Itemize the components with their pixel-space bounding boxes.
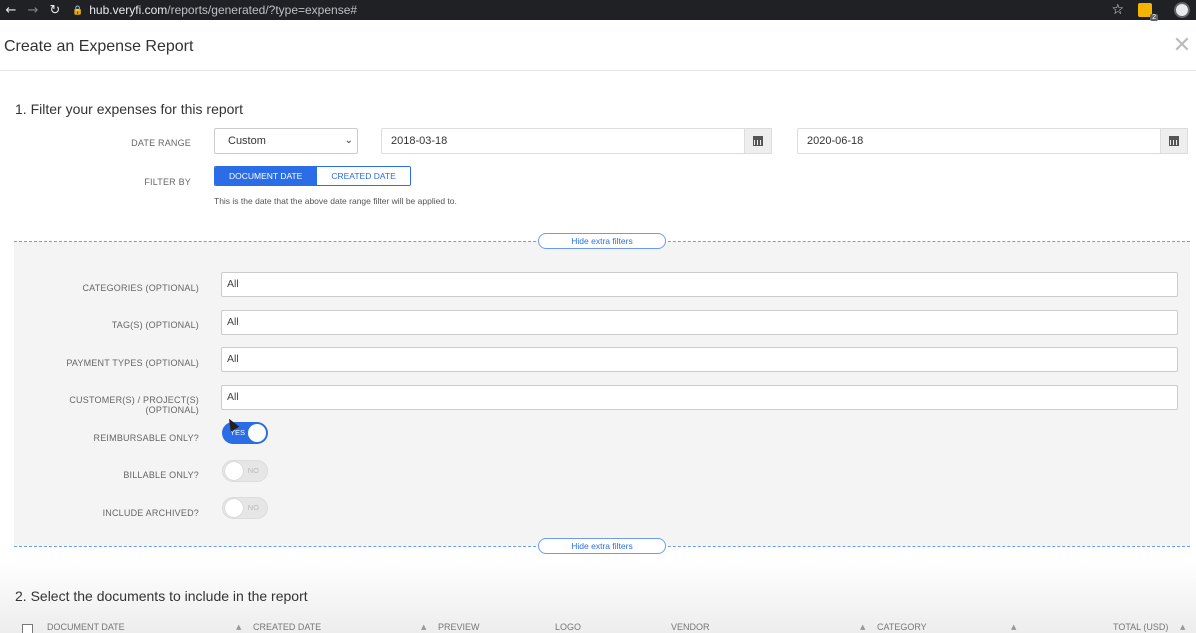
- filter-by-toggle: DOCUMENT DATE CREATED DATE: [214, 166, 411, 186]
- include-archived-label: INCLUDE ARCHIVED?: [102, 508, 199, 518]
- toggle-state-label: NO: [247, 503, 259, 512]
- profile-avatar-icon[interactable]: [1174, 2, 1190, 18]
- include-archived-toggle[interactable]: NO: [222, 497, 268, 519]
- section-2-title: 2. Select the documents to include in th…: [15, 588, 308, 604]
- end-date-input[interactable]: 2020-06-18: [797, 128, 1161, 154]
- start-date-input[interactable]: 2018-03-18: [381, 128, 745, 154]
- col-preview: PREVIEW: [438, 622, 480, 632]
- end-date-calendar-button[interactable]: [1160, 128, 1188, 154]
- toggle-knob: [248, 424, 266, 442]
- date-range-select[interactable]: Custom ⌄: [214, 128, 358, 154]
- bookmark-star-icon[interactable]: ☆: [1111, 2, 1124, 18]
- chevron-down-icon: ⌄: [344, 135, 353, 146]
- url-path: /reports/generated/?type=expense#: [167, 3, 358, 17]
- toggle-knob: [225, 499, 243, 517]
- categories-label: CATEGORIES (OPTIONAL): [82, 283, 199, 293]
- sort-icon[interactable]: ▲: [1180, 623, 1185, 631]
- billable-only-toggle[interactable]: NO: [222, 460, 268, 482]
- col-category[interactable]: CATEGORY: [877, 622, 927, 632]
- payment-types-label: PAYMENT TYPES (OPTIONAL): [66, 358, 199, 368]
- filter-by-document-date[interactable]: DOCUMENT DATE: [215, 167, 317, 185]
- col-vendor[interactable]: VENDOR: [671, 622, 710, 632]
- header-divider: [0, 70, 1196, 71]
- calendar-icon: [753, 136, 763, 146]
- browser-toolbar: ← → ↻ 🔒 hub.veryfi.com/reports/generated…: [0, 0, 1196, 21]
- forward-arrow-icon[interactable]: →: [22, 3, 44, 18]
- back-arrow-icon[interactable]: ←: [0, 3, 22, 18]
- tags-label: TAG(S) (OPTIONAL): [111, 320, 199, 330]
- billable-only-label: BILLABLE ONLY?: [123, 470, 199, 480]
- filter-by-hint: This is the date that the above date ran…: [214, 196, 457, 206]
- reload-icon[interactable]: ↻: [44, 3, 66, 18]
- toggle-knob: [225, 462, 243, 480]
- extension-badge: 2: [1150, 14, 1158, 21]
- customers-projects-label: CUSTOMER(S) / PROJECT(S) (OPTIONAL): [69, 395, 199, 415]
- date-range-label: DATE RANGE: [131, 138, 191, 148]
- col-created-date[interactable]: CREATED DATE: [253, 622, 321, 632]
- close-icon[interactable]: ✕: [1170, 34, 1194, 58]
- col-logo: LOGO: [555, 622, 582, 632]
- lock-icon: 🔒: [72, 4, 84, 15]
- col-document-date[interactable]: DOCUMENT DATE: [47, 622, 125, 632]
- sort-icon[interactable]: ▲: [860, 623, 865, 631]
- filter-by-label: FILTER BY: [144, 177, 191, 187]
- reimbursable-only-label: REIMBURSABLE ONLY?: [93, 433, 199, 443]
- hide-extra-filters-button-bottom[interactable]: Hide extra filters: [538, 538, 666, 554]
- documents-table-header: DOCUMENT DATE ▲ CREATED DATE ▲ PREVIEW L…: [0, 622, 1196, 633]
- hide-extra-filters-button[interactable]: Hide extra filters: [538, 233, 666, 249]
- payment-types-input[interactable]: All: [221, 347, 1178, 372]
- section-1-title: 1. Filter your expenses for this report: [15, 101, 243, 117]
- start-date-calendar-button[interactable]: [744, 128, 772, 154]
- sort-icon[interactable]: ▲: [1011, 623, 1016, 631]
- sort-icon[interactable]: ▲: [421, 623, 426, 631]
- tags-input[interactable]: All: [221, 310, 1178, 335]
- address-bar[interactable]: 🔒 hub.veryfi.com/reports/generated/?type…: [72, 3, 357, 17]
- col-total[interactable]: TOTAL (USD): [1113, 622, 1168, 632]
- filter-by-created-date[interactable]: CREATED DATE: [316, 167, 410, 185]
- date-range-select-value: Custom: [228, 135, 266, 147]
- sort-icon[interactable]: ▲: [236, 623, 241, 631]
- customers-projects-input[interactable]: All: [221, 385, 1178, 410]
- select-all-checkbox[interactable]: [22, 624, 33, 633]
- modal-title: Create an Expense Report: [4, 38, 194, 55]
- extension-icon[interactable]: 2: [1138, 3, 1158, 21]
- calendar-icon: [1169, 136, 1179, 146]
- categories-input[interactable]: All: [221, 272, 1178, 297]
- url-host: hub.veryfi.com: [89, 3, 168, 17]
- toggle-state-label: NO: [247, 466, 259, 475]
